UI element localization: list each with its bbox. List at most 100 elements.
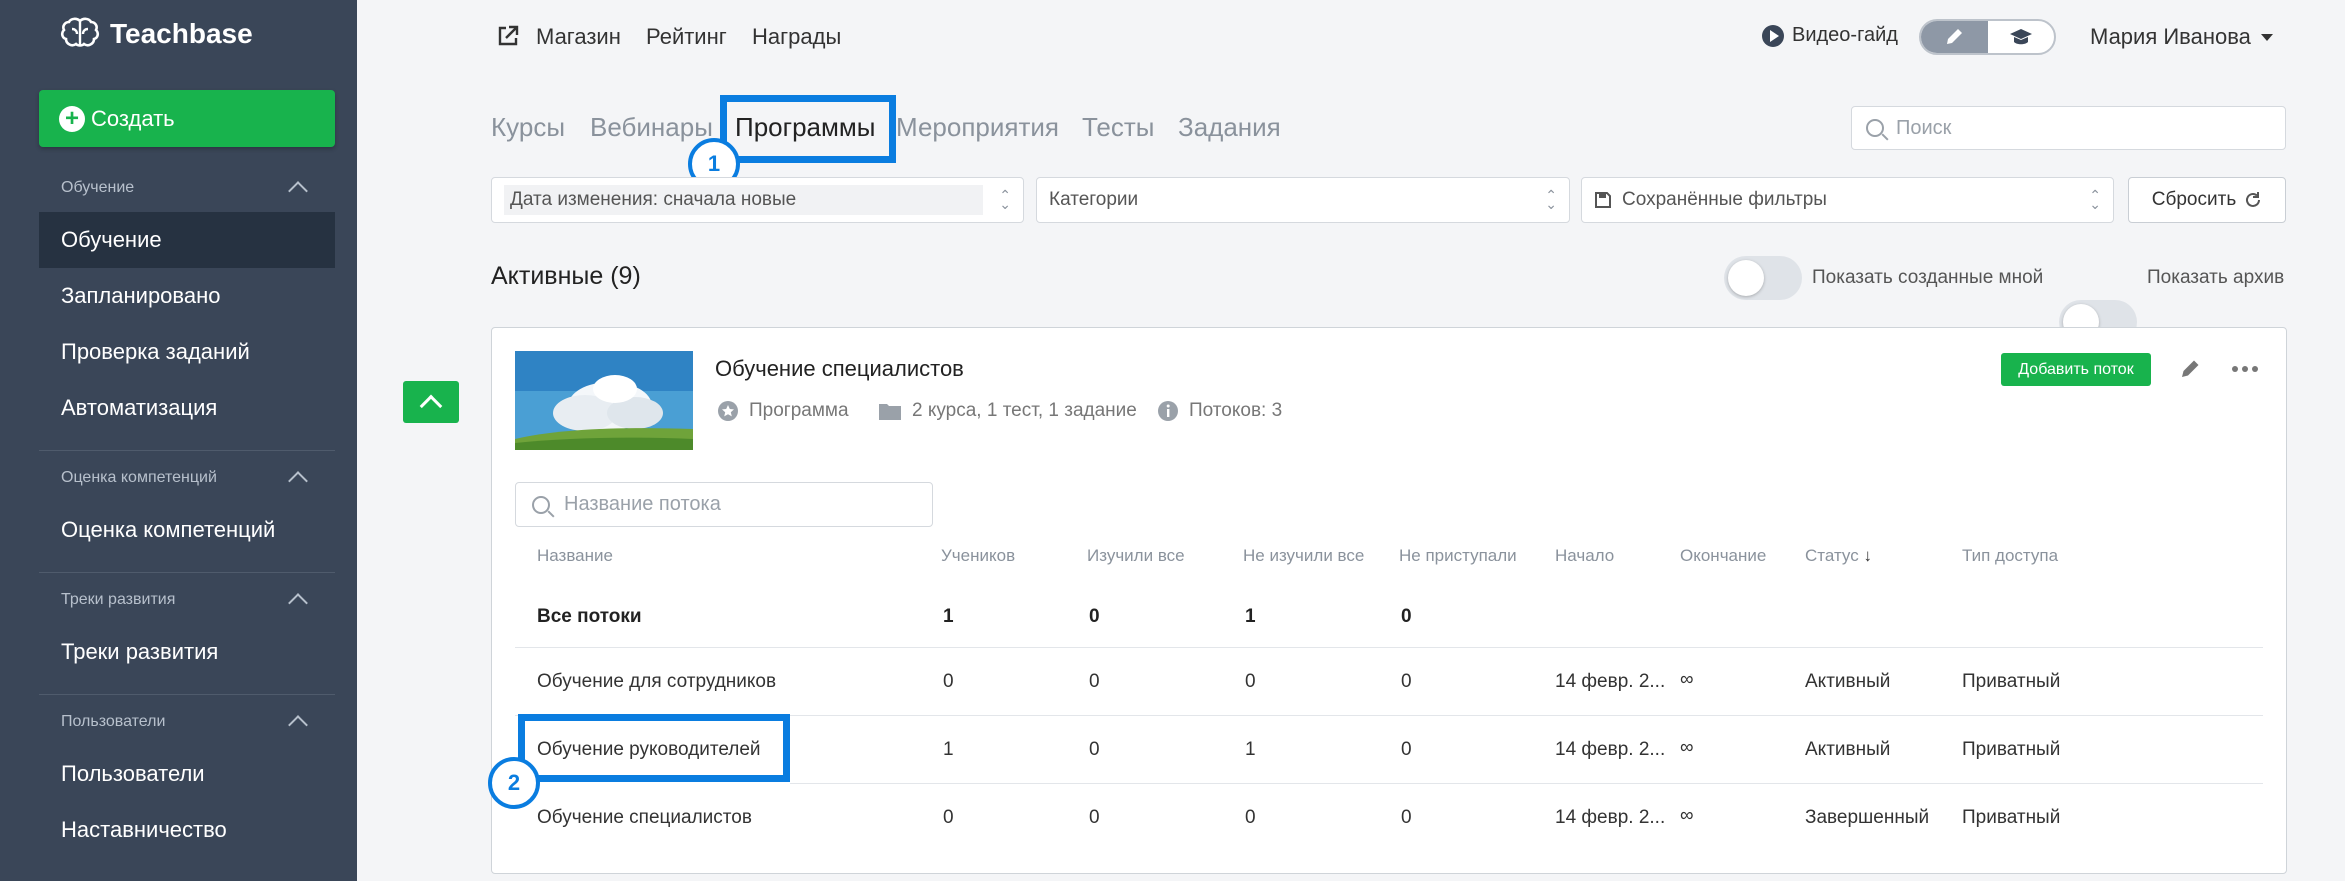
sidebar-item-automation[interactable]: Автоматизация <box>39 380 335 436</box>
section-toggle-users[interactable]: Пользователи <box>61 712 311 735</box>
flow-students: 0 <box>943 807 954 828</box>
program-title[interactable]: Обучение специалистов <box>715 356 964 382</box>
flow-name-link[interactable]: Обучение для сотрудников <box>537 671 776 693</box>
tab-tests[interactable]: Тесты <box>1082 112 1154 143</box>
topnav-awards[interactable]: Награды <box>752 24 841 50</box>
flow-name-link[interactable]: Обучение руководителей <box>537 739 761 761</box>
saved-filters-value: Сохранённые фильтры <box>1622 189 1827 210</box>
tab-events[interactable]: Мероприятия <box>896 112 1059 143</box>
section-toggle-tracks[interactable]: Треки развития <box>61 590 311 613</box>
col-header-start[interactable]: Начало <box>1555 546 1614 566</box>
user-menu[interactable]: Мария Иванова <box>2090 24 2273 50</box>
floppy-disk-icon <box>1595 192 1611 208</box>
total-completed: 0 <box>1089 606 1100 627</box>
col-header-students[interactable]: Учеников <box>941 546 1015 566</box>
program-thumbnail[interactable] <box>515 351 693 450</box>
tab-programs[interactable]: Программы <box>735 112 875 143</box>
flow-status: Активный <box>1805 739 1891 760</box>
sidebar-item-users[interactable]: Пользователи <box>39 746 335 802</box>
flow-name-link[interactable]: Обучение специалистов <box>537 807 752 829</box>
edit-pencil-icon[interactable] <box>2178 357 2202 381</box>
chevron-up-icon <box>288 593 308 613</box>
col-header-not-completed[interactable]: Не изучили все <box>1243 546 1364 566</box>
divider <box>790 783 2263 784</box>
program-type: Программа <box>717 400 849 422</box>
sort-select[interactable]: Дата изменения: сначала новые ⌃ ⌄ <box>491 177 1024 223</box>
status-header-label: Статус <box>1805 546 1859 565</box>
flow-not-started: 0 <box>1401 739 1412 760</box>
search-input[interactable]: Поиск <box>1851 106 2286 150</box>
brain-icon <box>60 17 100 47</box>
chevron-up-icon <box>288 715 308 735</box>
topnav-rating[interactable]: Рейтинг <box>646 24 727 50</box>
pencil-icon <box>1947 29 1963 44</box>
updown-icon: ⌃ ⌄ <box>999 187 1011 212</box>
toggle-created-by-me-label: Показать созданные мной <box>1812 267 2044 288</box>
flow-access: Приватный <box>1962 671 2061 692</box>
collapse-button[interactable] <box>403 381 459 423</box>
create-button[interactable]: + Создать <box>39 90 335 147</box>
updown-icon: ⌃ ⌄ <box>2089 187 2101 212</box>
divider <box>39 694 335 695</box>
play-icon <box>1762 24 1784 47</box>
saved-filters-select[interactable]: Сохранённые фильтры ⌃ ⌄ <box>1581 177 2114 223</box>
flow-status: Завершенный <box>1805 807 1930 828</box>
total-students: 1 <box>943 606 954 627</box>
flow-start-date: 14 февр. 2... <box>1555 739 1666 760</box>
learner-mode-button[interactable] <box>1988 21 2055 53</box>
tab-courses[interactable]: Курсы <box>491 112 565 143</box>
col-header-access[interactable]: Тип доступа <box>1962 546 2058 566</box>
add-flow-button[interactable]: Добавить поток <box>2001 353 2151 386</box>
categories-select[interactable]: Категории ⌃ ⌄ <box>1036 177 1570 223</box>
col-header-end[interactable]: Окончание <box>1680 546 1766 566</box>
brand-logo[interactable]: Teachbase <box>60 16 253 52</box>
program-contents: 2 курса, 1 тест, 1 задание <box>878 400 1137 422</box>
edit-mode-button[interactable] <box>1921 21 1988 53</box>
search-icon <box>532 495 550 514</box>
categories-value: Категории <box>1049 189 1139 210</box>
divider <box>515 647 2263 648</box>
create-label: Создать <box>91 105 175 131</box>
col-header-not-started[interactable]: Не приступали <box>1399 546 1517 566</box>
topnav-store[interactable]: Магазин <box>536 24 621 50</box>
program-type-label: Программа <box>749 400 849 421</box>
flow-students: 0 <box>943 671 954 692</box>
video-guide-link[interactable]: Видео-гайд <box>1762 24 1898 47</box>
flow-completed: 0 <box>1089 807 1100 828</box>
sidebar-item-planned[interactable]: Запланировано <box>39 268 335 324</box>
more-options-icon[interactable] <box>2232 366 2258 372</box>
col-header-name[interactable]: Название <box>537 546 613 566</box>
program-flows-count: Потоков: 3 <box>1157 400 1282 422</box>
section-toggle-competency[interactable]: Оценка компетенций <box>61 468 311 491</box>
program-flows-label: Потоков: 3 <box>1189 400 1283 421</box>
tab-webinars[interactable]: Вебинары <box>590 112 713 143</box>
toggle-created-by-me[interactable] <box>1724 256 1802 300</box>
flow-end-date: ∞ <box>1680 669 1694 690</box>
flow-not-completed: 0 <box>1245 671 1256 692</box>
section-toggle-learning[interactable]: Обучение <box>61 178 311 201</box>
col-header-completed[interactable]: Изучили все <box>1087 546 1185 566</box>
flow-search-input[interactable]: Название потока <box>515 482 933 527</box>
step-badge-2: 2 <box>488 757 540 809</box>
external-link-icon[interactable] <box>496 24 520 48</box>
sidebar-item-mentoring[interactable]: Наставничество <box>39 802 335 858</box>
sidebar-item-competency[interactable]: Оценка компетенций <box>39 502 335 558</box>
total-row-name: Все потоки <box>537 606 642 627</box>
section-heading: Пользователи <box>61 713 166 730</box>
sidebar-item-task-review[interactable]: Проверка заданий <box>39 324 335 380</box>
sidebar-item-learning[interactable]: Обучение <box>39 212 335 268</box>
sidebar-item-tracks[interactable]: Треки развития <box>39 624 335 680</box>
plus-icon: + <box>59 105 85 132</box>
chevron-up-icon <box>288 181 308 201</box>
sort-arrow-down-icon: ↓ <box>1863 546 1872 565</box>
search-placeholder: Поиск <box>1896 116 1952 139</box>
mode-switch[interactable] <box>1919 19 2056 55</box>
section-heading: Треки развития <box>61 591 176 608</box>
flow-completed: 0 <box>1089 739 1100 760</box>
divider <box>39 450 335 451</box>
col-header-status[interactable]: Статус ↓ <box>1805 546 1872 566</box>
reset-button[interactable]: Сбросить <box>2128 177 2286 223</box>
tab-tasks[interactable]: Задания <box>1178 112 1281 143</box>
section-heading: Оценка компетенций <box>61 469 217 486</box>
flow-not-completed: 1 <box>1245 739 1256 760</box>
